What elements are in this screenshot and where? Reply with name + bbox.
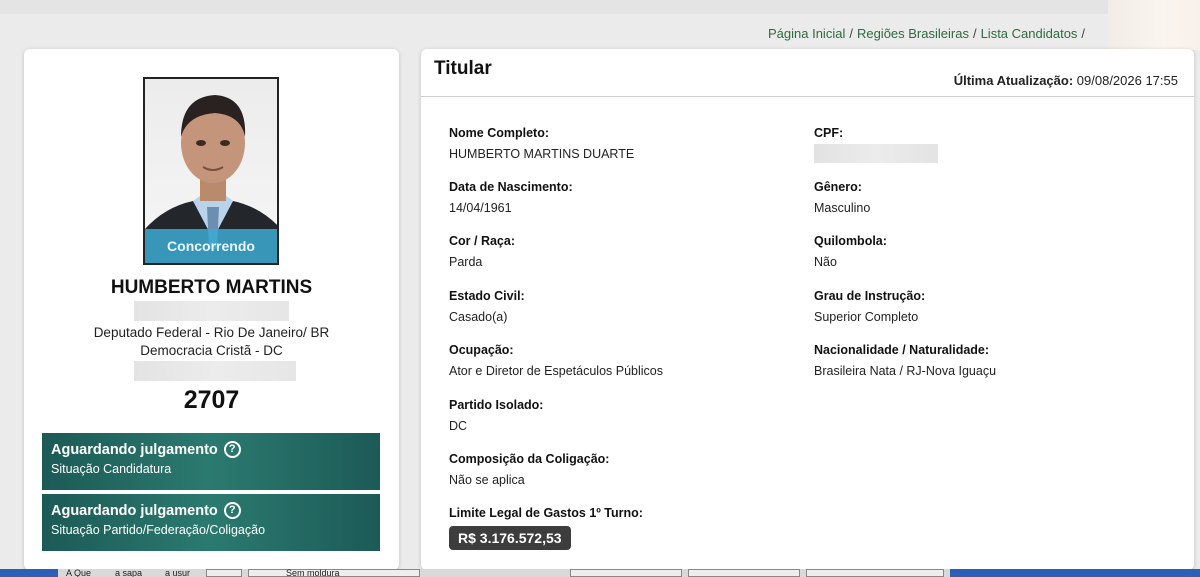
taskbar-start[interactable] [0, 569, 58, 577]
status-card-partido: Aguardando julgamento ? Situação Partido… [42, 494, 380, 551]
candidate-card: Concorrendo HUMBERTO MARTINS Deputado Fe… [24, 49, 399, 570]
field-label: Cor / Raça: [449, 234, 515, 248]
candidate-party: Democracia Cristã - DC [140, 343, 283, 358]
redacted-field [134, 361, 296, 381]
field-composicao-coligacao: Composição da Coligação: Não se aplica [449, 452, 609, 487]
candidacy-status-badge: Concorrendo [145, 229, 277, 263]
field-label: Gênero: [814, 180, 862, 194]
field-label: Limite Legal de Gastos 1º Turno: [449, 506, 643, 520]
candidate-office: Deputado Federal - Rio De Janeiro/ BR [93, 325, 330, 340]
field-value: Ator e Diretor de Espetáculos Públicos [449, 364, 663, 378]
field-value: Não se aplica [449, 473, 525, 487]
corner-decoration [1108, 0, 1200, 50]
help-icon[interactable]: ? [223, 502, 241, 519]
taskbar-tray [950, 569, 1200, 577]
field-partido-isolado: Partido Isolado: DC [449, 398, 543, 433]
taskbar-item[interactable]: a sapa [115, 569, 142, 577]
redacted-field [134, 301, 289, 321]
status-title: Aguardando julgamento [51, 441, 218, 458]
breadcrumb-lista[interactable]: Lista Candidatos [981, 26, 1078, 41]
field-label: Quilombola: [814, 234, 887, 248]
candidate-number: 2707 [183, 386, 240, 414]
candidate-name: HUMBERTO MARTINS [110, 277, 313, 298]
details-card: Titular Última Atualização: 09/08/2026 1… [421, 49, 1194, 570]
field-value: Masculino [814, 201, 871, 215]
field-value: Casado(a) [449, 310, 508, 324]
field-nacionalidade: Nacionalidade / Naturalidade: Brasileira… [814, 343, 996, 378]
field-ocupacao: Ocupação: Ator e Diretor de Espetáculos … [449, 343, 663, 378]
taskbar-box[interactable] [688, 569, 800, 577]
field-label: Data de Nascimento: [449, 180, 573, 194]
field-data-nascimento: Data de Nascimento: 14/04/1961 [449, 180, 573, 215]
field-value: HUMBERTO MARTINS DUARTE [449, 147, 635, 161]
last-updated-value: 09/08/2026 17:55 [1076, 73, 1178, 88]
field-value: Brasileira Nata / RJ-Nova Iguaçu [814, 364, 997, 378]
field-value: Superior Completo [814, 310, 919, 324]
field-cpf: CPF: [814, 126, 938, 163]
status-subtitle: Situação Candidatura [51, 462, 172, 476]
field-label: Nome Completo: [449, 126, 549, 140]
top-strip [0, 0, 1200, 14]
breadcrumb-separator: / [1081, 26, 1086, 41]
field-label: Estado Civil: [449, 289, 525, 303]
field-label: Composição da Coligação: [449, 452, 610, 466]
last-updated: Última Atualização: 09/08/2026 17:55 [954, 73, 1178, 88]
field-quilombola: Quilombola: Não [814, 234, 887, 269]
field-label: Nacionalidade / Naturalidade: [814, 343, 990, 357]
field-label: Grau de Instrução: [814, 289, 926, 303]
taskbar-box[interactable] [570, 569, 682, 577]
divider [421, 96, 1194, 97]
breadcrumb-separator: / [972, 26, 977, 41]
spending-limit-badge: R$ 3.176.572,53 [449, 526, 571, 550]
section-title: Titular [434, 58, 492, 79]
taskbar-item[interactable]: A Que [66, 569, 91, 577]
redacted-field [814, 144, 938, 163]
status-subtitle: Situação Partido/Federação/Coligação [51, 523, 266, 537]
taskbar-item[interactable]: a usur [165, 569, 190, 577]
field-limite-gastos: Limite Legal de Gastos 1º Turno: R$ 3.17… [449, 506, 643, 550]
field-estado-civil: Estado Civil: Casado(a) [449, 289, 525, 324]
field-value: Não [814, 255, 837, 269]
field-genero: Gênero: Masculino [814, 180, 870, 215]
breadcrumb: Página Inicial / Regiões Brasileiras / Lista… [768, 26, 1089, 41]
candidate-photo: Concorrendo [143, 77, 279, 265]
field-label: Ocupação: [449, 343, 514, 357]
field-label: Partido Isolado: [449, 398, 544, 412]
breadcrumb-home[interactable]: Página Inicial [768, 26, 845, 41]
field-label: CPF: [814, 126, 844, 140]
os-taskbar: A Que a sapa a usur Sem moldura [0, 569, 1200, 577]
status-card-candidatura: Aguardando julgamento ? Situação Candida… [42, 433, 380, 490]
status-title: Aguardando julgamento [51, 502, 218, 519]
taskbar-box[interactable] [806, 569, 944, 577]
field-value: DC [449, 419, 468, 433]
field-value: Parda [449, 255, 483, 269]
field-value: 14/04/1961 [449, 201, 512, 215]
field-cor-raca: Cor / Raça: Parda [449, 234, 515, 269]
field-grau-instrucao: Grau de Instrução: Superior Completo [814, 289, 925, 324]
taskbar-select-value: Sem moldura [286, 569, 340, 577]
field-nome-completo: Nome Completo: HUMBERTO MARTINS DUARTE [449, 126, 634, 161]
breadcrumb-separator: / [849, 26, 853, 41]
help-icon[interactable]: ? [223, 441, 241, 458]
breadcrumb-regioes[interactable]: Regiões Brasileiras [857, 26, 969, 41]
taskbar-box[interactable] [206, 569, 242, 577]
last-updated-label: Última Atualização: [953, 73, 1074, 88]
